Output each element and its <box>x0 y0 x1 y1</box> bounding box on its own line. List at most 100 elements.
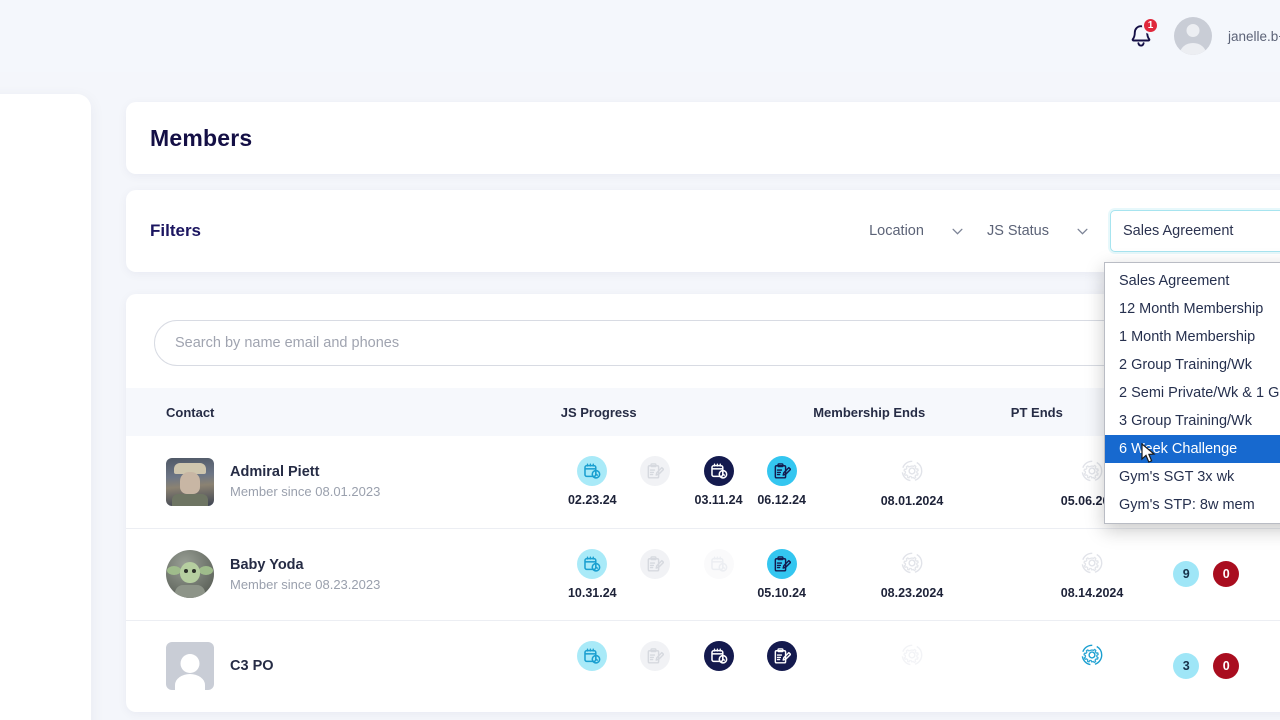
chevron-down-icon <box>952 228 963 235</box>
member-since: Member since 08.23.2023 <box>230 576 381 592</box>
filters-card: Filters Location JS Status Sales Agreeme… <box>126 190 1280 272</box>
agreement-option[interactable]: Sales Agreement <box>1105 267 1280 295</box>
member-name: C3 PO <box>230 658 274 675</box>
pt-status-icon[interactable] <box>1077 640 1107 670</box>
clipboard-pencil-icon <box>648 463 665 479</box>
user-email-label: janelle.b+obiken <box>1228 28 1280 44</box>
membership-status-icon[interactable] <box>897 640 927 670</box>
cell-js-progress: 10.31.24--05.10.24 <box>560 528 814 621</box>
location-filter-label: Location <box>869 223 924 239</box>
js-progress-step[interactable]: - <box>624 640 687 692</box>
js-status-filter-label: JS Status <box>986 223 1049 239</box>
column-header-membership-ends[interactable]: Membership Ends <box>813 388 1011 436</box>
notification-count-badge: 1 <box>1142 17 1160 34</box>
js-progress-date: 02.23.24 <box>567 493 617 508</box>
js-progress-step[interactable]: - <box>687 640 750 692</box>
search-input[interactable]: Search by name email and phones <box>154 320 1254 366</box>
table-row[interactable]: C3 PO------30 <box>126 620 1280 712</box>
pt-status-icon[interactable] <box>1077 456 1107 486</box>
avatar[interactable] <box>1174 17 1213 55</box>
js-progress-step[interactable]: 10.31.24 <box>561 548 624 600</box>
js-progress-date: 03.11.24 <box>694 493 743 508</box>
calendar-clock-icon <box>710 463 727 479</box>
member-avatar[interactable] <box>166 457 214 506</box>
agreement-option[interactable]: 6 Week Challenge <box>1105 435 1280 463</box>
agreement-option[interactable]: Gym's STP: 8w mem <box>1105 491 1280 519</box>
agreement-option[interactable]: 3 Group Training/Wk <box>1105 407 1280 435</box>
agreement-option[interactable]: 2 Group Training/Wk <box>1105 351 1280 379</box>
cell-pt-ends: 08.14.2024 <box>1010 528 1174 621</box>
calendar-clock-icon <box>710 648 727 664</box>
agreement-dropdown-list[interactable]: Sales Agreement 12 Month Membership 1 Mont… <box>1104 262 1280 524</box>
page-title: Members <box>150 124 253 151</box>
js-progress-step[interactable]: - <box>624 548 687 600</box>
js-progress-step[interactable]: 05.10.24 <box>750 548 813 600</box>
column-header-contact[interactable]: Contact <box>126 388 561 436</box>
gear-refresh-icon <box>901 460 923 482</box>
calendar-clock-icon <box>584 463 601 479</box>
member-avatar[interactable] <box>166 550 214 598</box>
gear-refresh-icon <box>1081 644 1103 666</box>
member-avatar[interactable] <box>166 642 214 691</box>
agreement-option[interactable]: Gym's SGT 3x wk <box>1105 463 1280 491</box>
filters-title: Filters <box>150 221 202 240</box>
js-progress-step[interactable]: 03.11.24 <box>687 456 750 507</box>
sidebar <box>0 94 91 720</box>
js-progress-step[interactable]: - <box>624 456 687 507</box>
page-header-card: Members <box>126 102 1280 174</box>
mouse-cursor <box>1141 443 1156 463</box>
gear-refresh-icon <box>901 644 923 666</box>
js-progress-step[interactable]: 02.23.24 <box>561 456 624 507</box>
column-header-js-progress[interactable]: JS Progress <box>561 388 813 436</box>
js-progress-step[interactable]: 06.12.24 <box>750 456 813 507</box>
cell-pt-ends: - <box>1011 620 1173 712</box>
count-badge[interactable]: 0 <box>1213 653 1240 680</box>
js-progress-date: 05.10.24 <box>757 585 806 600</box>
js-status-filter[interactable]: JS Status <box>975 215 1100 247</box>
members-page: D S 1 janelle.b+obiken Members <box>0 0 1280 720</box>
agreement-option[interactable]: 12 Month Membership <box>1105 295 1280 323</box>
calendar-clock-icon <box>584 648 601 664</box>
agreement-option[interactable]: 2 Semi Private/Wk & 1 Gro <box>1105 379 1280 407</box>
agreement-filter-select[interactable]: Sales Agreement <box>1110 210 1280 252</box>
count-badge[interactable]: 9 <box>1173 561 1200 587</box>
calendar-clock-icon <box>710 555 727 572</box>
js-progress-date: 10.31.24 <box>567 585 617 600</box>
gear-refresh-icon <box>901 552 923 574</box>
pt-ends-date: 08.14.2024 <box>1060 586 1124 600</box>
gear-refresh-icon <box>1081 552 1103 574</box>
notifications-button[interactable]: 1 <box>1124 17 1160 53</box>
clipboard-pencil-icon <box>648 647 665 664</box>
js-progress-step[interactable]: - <box>750 640 813 692</box>
count-badge[interactable]: 3 <box>1173 653 1200 680</box>
membership-status-icon[interactable] <box>897 548 927 578</box>
table-row[interactable]: Baby Yoda Member since 08.23.2023 10.31.24… <box>126 528 1280 621</box>
search-placeholder: Search by name email and phones <box>175 335 400 351</box>
top-bar: D S 1 janelle.b+obiken <box>0 0 1280 72</box>
agreement-option[interactable]: 1 Month Membership <box>1105 323 1280 351</box>
pt-status-icon[interactable] <box>1077 548 1107 578</box>
membership-ends-date: 08.23.2024 <box>880 586 944 600</box>
member-name: Baby Yoda <box>230 556 304 573</box>
cell-contact: Admiral Piett Member since 08.01.2023 <box>126 436 561 529</box>
cell-contact: C3 PO <box>126 620 561 712</box>
filters-controls: Location JS Status Sales Agreement <box>857 210 1280 252</box>
cell-membership-ends: 08.23.2024 <box>813 528 1011 621</box>
location-filter[interactable]: Location <box>857 215 975 247</box>
chevron-down-icon <box>1077 228 1088 235</box>
clipboard-pencil-icon <box>648 555 665 572</box>
membership-ends-date: 08.01.2024 <box>880 493 944 508</box>
agreement-filter-value: Sales Agreement <box>1123 223 1234 239</box>
gear-refresh-icon <box>1081 460 1103 482</box>
membership-status-icon[interactable] <box>897 456 927 486</box>
cell-membership-ends: 08.01.2024 <box>813 436 1011 529</box>
cell-counts: 30 <box>1173 620 1280 712</box>
js-progress-step[interactable]: - <box>561 640 624 692</box>
js-progress-step[interactable]: - <box>687 548 750 600</box>
cell-contact: Baby Yoda Member since 08.23.2023 <box>126 528 561 621</box>
clipboard-pencil-icon <box>774 647 791 664</box>
count-badge[interactable]: 0 <box>1213 561 1240 587</box>
cell-js-progress: ---- <box>561 620 813 712</box>
cell-js-progress: 02.23.24-03.11.24 06.12.24 <box>560 436 814 529</box>
clipboard-pencil-icon <box>774 555 791 572</box>
